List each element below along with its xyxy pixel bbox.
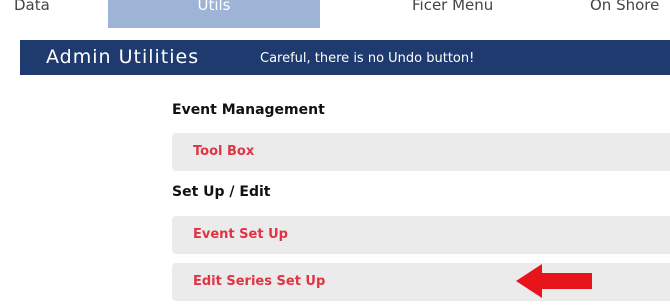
menu-item-edit-series-set-up[interactable]: Edit Series Set Up <box>172 263 670 301</box>
nav-tab-ficer-menu[interactable]: Ficer Menu <box>412 0 493 20</box>
menu-item-event-set-up[interactable]: Event Set Up <box>172 216 670 254</box>
menu-item-tool-box[interactable]: Tool Box <box>172 133 670 171</box>
section-heading-event-management: Event Management <box>172 102 325 118</box>
nav-tab-data[interactable]: Data <box>14 0 50 20</box>
nav-tab-on-shore[interactable]: On Shore <box>590 0 659 20</box>
admin-title: Admin Utilities <box>46 46 200 68</box>
section-heading-set-up-edit: Set Up / Edit <box>172 184 271 200</box>
nav-tab-utils[interactable]: Utils <box>108 0 320 28</box>
top-navigation: Data Utils Ficer Menu On Shore <box>0 0 670 40</box>
page: Data Utils Ficer Menu On Shore Admin Uti… <box>0 0 670 308</box>
arrow-shape <box>516 264 592 298</box>
admin-header: Admin Utilities Careful, there is no Und… <box>20 40 670 75</box>
admin-warning: Careful, there is no Undo button! <box>260 51 475 66</box>
red-arrow-icon <box>516 264 592 298</box>
